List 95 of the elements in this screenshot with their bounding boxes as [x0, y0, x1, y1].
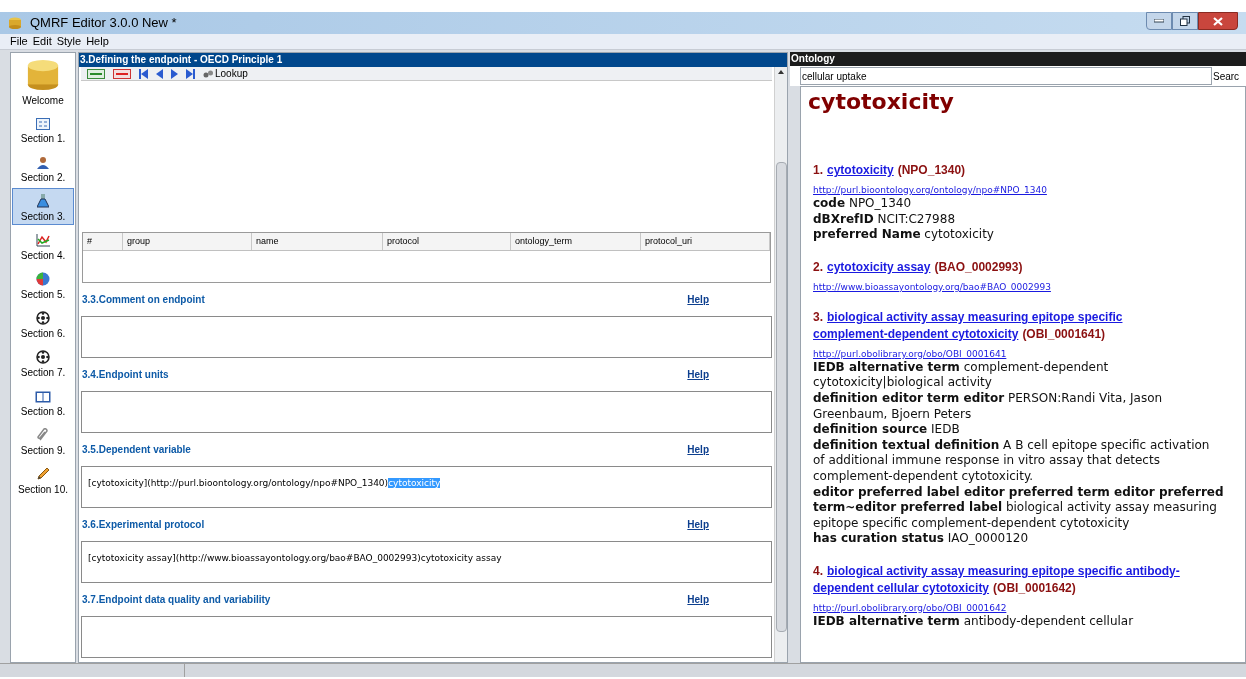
property-text: has curation status IAO_0000120 — [813, 531, 1030, 547]
menu-item[interactable]: File — [10, 33, 28, 50]
ball-icon — [36, 350, 50, 364]
binoculars-icon — [203, 69, 213, 78]
help-link[interactable]: Help — [687, 292, 709, 307]
menu-item[interactable]: Edit — [32, 33, 52, 50]
menu-item[interactable]: Help — [86, 33, 109, 50]
selected-text: cytotoxicity — [388, 478, 441, 488]
entry-number: 4. — [813, 562, 823, 580]
previous-icon[interactable] — [156, 68, 163, 79]
search-button[interactable]: Searc — [1212, 68, 1241, 84]
last-icon[interactable] — [186, 68, 195, 79]
column-header[interactable]: group — [123, 233, 252, 250]
database-logo-icon — [25, 58, 61, 92]
term-id: (OBI_0001641) — [1022, 325, 1106, 343]
lookup-button[interactable]: Lookup — [203, 68, 248, 79]
help-link[interactable]: Help — [687, 517, 709, 532]
line-chart-icon — [36, 234, 50, 247]
column-header[interactable]: protocol_uri — [641, 233, 770, 250]
column-header[interactable]: ontology_term — [511, 233, 641, 250]
property-text: dBXrefID NCIT:C27988 — [813, 211, 957, 228]
restore-icon — [1180, 16, 1190, 26]
sidebar-item[interactable]: Section 9. — [12, 422, 74, 459]
help-link[interactable]: Help — [687, 367, 709, 382]
field-label: 3.6.Experimental protocol — [82, 518, 205, 532]
property-text: preferred Name cytotoxicity — [813, 227, 995, 243]
term-link[interactable]: dependent cellular cytotoxicity — [813, 579, 990, 597]
term-id: (BAO_0002993) — [934, 258, 1023, 276]
flask-icon — [37, 194, 49, 208]
term-link[interactable]: cytotoxicity — [827, 162, 894, 179]
panel-title: Ontology — [790, 52, 1246, 66]
person-icon — [37, 156, 49, 169]
help-link[interactable]: Help — [687, 442, 709, 457]
term-id: (OBI_0001642) — [993, 579, 1076, 597]
url-link[interactable]: http://purl.bioontology.org/ontology/npo#NPO_1340 — [808, 185, 1238, 196]
book-icon — [35, 391, 51, 403]
column-header[interactable]: protocol — [383, 233, 511, 250]
app-icon — [8, 17, 22, 29]
property-text: definition source IEDB — [813, 422, 961, 438]
menu-item[interactable]: Style — [56, 33, 82, 50]
scroll-up-icon[interactable] — [778, 70, 784, 74]
minimize-icon — [1154, 19, 1164, 23]
first-icon[interactable] — [139, 68, 148, 79]
field-label: 3.3.Comment on endpoint — [82, 293, 205, 307]
panel-title: 3.Defining the endpoint - OECD Principle 1 — [79, 53, 787, 67]
field-label: 3.4.Endpoint units — [82, 368, 169, 382]
sidebar-item[interactable]: Welcome — [12, 57, 74, 109]
term-link[interactable]: complement-dependent cytotoxicity — [813, 325, 1019, 343]
sidebar-item[interactable]: Section 5. — [12, 266, 74, 303]
page-heading: cytotoxicity — [808, 88, 955, 116]
sidebar-item[interactable]: Section 7. — [12, 344, 74, 381]
sidebar-item[interactable]: Section 10. — [12, 461, 74, 498]
url-link[interactable]: http://www.bioassayontology.org/bao#BAO_0002993 — [808, 281, 1238, 293]
property-text: IEDB alternative term antibody-dependent cellular — [813, 613, 1135, 630]
pie-chart-icon — [36, 272, 50, 286]
url-link[interactable]: http://purl.obolibrary.org/obo/OBI_0001641 — [808, 348, 1238, 360]
close-icon — [1213, 16, 1223, 26]
field-label: 3.5.Dependent variable — [82, 443, 191, 457]
sidebar-item[interactable]: Section 3. — [12, 188, 74, 225]
form-icon — [36, 118, 50, 130]
text-area[interactable]: [cytotoxicity assay](http://www.bioassayontology.org/bao#BAO_0002993)cytotoxicity assay — [81, 541, 772, 583]
delete-row-icon[interactable] — [113, 68, 131, 79]
close-button[interactable] — [1198, 12, 1238, 30]
sidebar-item[interactable]: Section 1. — [12, 110, 74, 147]
paperclip-icon — [36, 428, 50, 442]
sidebar-item[interactable]: Section 2. — [12, 149, 74, 186]
ball-icon — [36, 311, 50, 325]
column-header[interactable]: # — [83, 233, 123, 250]
text-area[interactable] — [81, 616, 772, 658]
term-id: (NPO_1340) — [897, 162, 966, 179]
column-header[interactable]: name — [252, 233, 383, 250]
restore-button[interactable] — [1172, 12, 1198, 30]
entry-number: 2. — [813, 258, 823, 276]
window-title: QMRF Editor 3.0.0 New * — [30, 14, 177, 33]
entry-number: 3. — [813, 308, 823, 326]
text-area[interactable] — [81, 391, 772, 433]
entry-number: 1. — [813, 162, 823, 179]
sidebar-item[interactable]: Section 6. — [12, 305, 74, 342]
url-link[interactable]: http://purl.obolibrary.org/obo/OBI_0001642 — [808, 602, 1238, 614]
field-label: 3.7.Endpoint data quality and variability — [82, 593, 271, 607]
pencil-icon — [36, 467, 50, 481]
next-icon[interactable] — [171, 68, 178, 79]
term-link[interactable]: biological activity assay measuring epitope specific — [827, 308, 1123, 326]
sidebar-item[interactable]: Section 8. — [12, 383, 74, 420]
term-link[interactable]: biological activity assay measuring epitope specific antibody- — [827, 562, 1180, 580]
property-text: definition textual definition A B cell epitope specific activation of additional immune response in vitro assay that detects complement-dependent cytotoxicity. — [813, 437, 1211, 485]
term-link[interactable]: cytotoxicity assay — [827, 258, 931, 276]
property-text: code NPO_1340 — [813, 196, 913, 212]
scrollbar-thumb[interactable] — [775, 162, 787, 632]
scrollbar[interactable] — [774, 67, 787, 662]
help-link[interactable]: Help — [687, 592, 709, 607]
add-row-icon[interactable] — [87, 68, 105, 79]
text-area[interactable] — [81, 316, 772, 358]
search-field[interactable]: cellular uptake — [800, 67, 1212, 85]
sidebar-item[interactable]: Section 4. — [12, 227, 74, 264]
